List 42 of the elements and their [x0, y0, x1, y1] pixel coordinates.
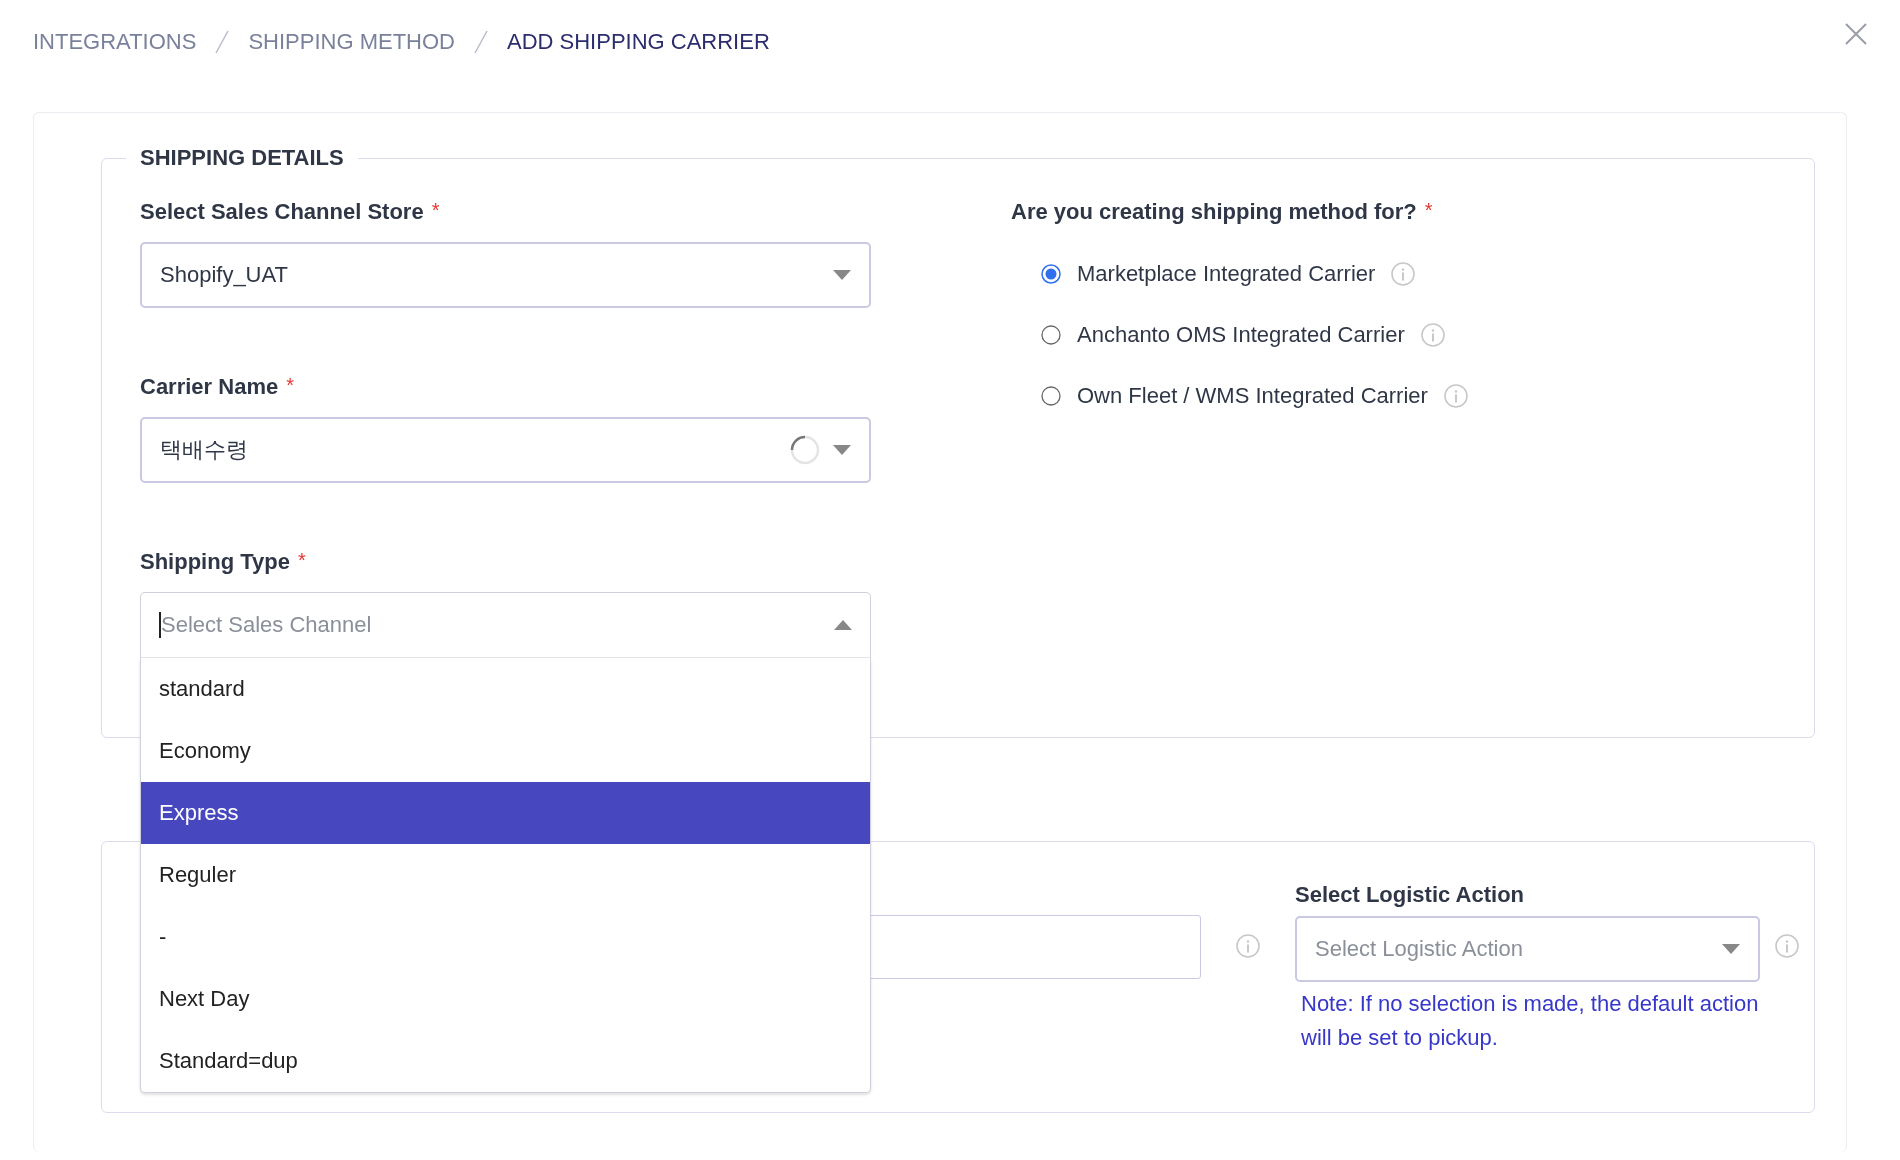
store-select[interactable]: Shopify_UAT [140, 242, 871, 308]
info-icon [1420, 323, 1445, 347]
breadcrumb-link[interactable]: INTEGRATIONS [33, 29, 197, 55]
caret-icon [833, 445, 851, 455]
required-mark: * [431, 199, 440, 223]
close-button[interactable] [1843, 21, 1869, 47]
select-placeholder: Select Sales Channel [161, 612, 373, 638]
radio-label[interactable]: Marketplace Integrated Carrier [1077, 261, 1376, 287]
select-value: Shopify_UAT [160, 262, 289, 288]
field-label: Select Sales Channel Store [140, 199, 424, 226]
select-placeholder: Select Logistic Action [1315, 936, 1524, 962]
dropdown-option[interactable]: Standard=dup [141, 1030, 870, 1092]
carrier-select[interactable]: 택배수령 [140, 417, 871, 483]
dropdown-option[interactable]: Reguler [141, 844, 870, 906]
info-icon [1443, 384, 1468, 408]
field-label: Carrier Name [140, 374, 279, 401]
required-mark: * [297, 549, 306, 573]
radio-button[interactable] [1041, 264, 1061, 284]
info-icon [1391, 262, 1416, 286]
info-icon [1236, 934, 1260, 958]
text-cursor [159, 612, 161, 638]
question-label: Are you creating shipping method for? [1011, 199, 1417, 226]
note-text: Note: If no selection is made, the default action will be set to pickup. [1300, 990, 1760, 1052]
radio-label[interactable]: Own Fleet / WMS Integrated Carrier [1077, 383, 1428, 409]
field-label: Shipping Type [140, 549, 290, 576]
breadcrumb-link[interactable]: SHIPPING METHOD [248, 29, 455, 55]
select-value: 택배수령 [160, 436, 249, 464]
dropdown-option[interactable]: Express [141, 782, 870, 844]
dropdown-option[interactable]: standard [141, 658, 870, 720]
dropdown-option[interactable]: Economy [141, 720, 870, 782]
field-label: Select Logistic Action [1295, 882, 1524, 909]
caret-icon [833, 270, 851, 280]
caret-icon [1722, 944, 1740, 954]
radio-label[interactable]: Anchanto OMS Integrated Carrier [1077, 322, 1405, 348]
radio-button[interactable] [1041, 325, 1061, 345]
caret-icon [834, 620, 852, 630]
required-mark: * [1424, 199, 1433, 223]
info-icon [1775, 934, 1799, 958]
required-mark: * [286, 374, 294, 398]
dropdown-option[interactable]: - [141, 906, 870, 968]
radio-button[interactable] [1041, 386, 1061, 406]
dropdown-option[interactable]: Next Day [141, 968, 870, 1030]
